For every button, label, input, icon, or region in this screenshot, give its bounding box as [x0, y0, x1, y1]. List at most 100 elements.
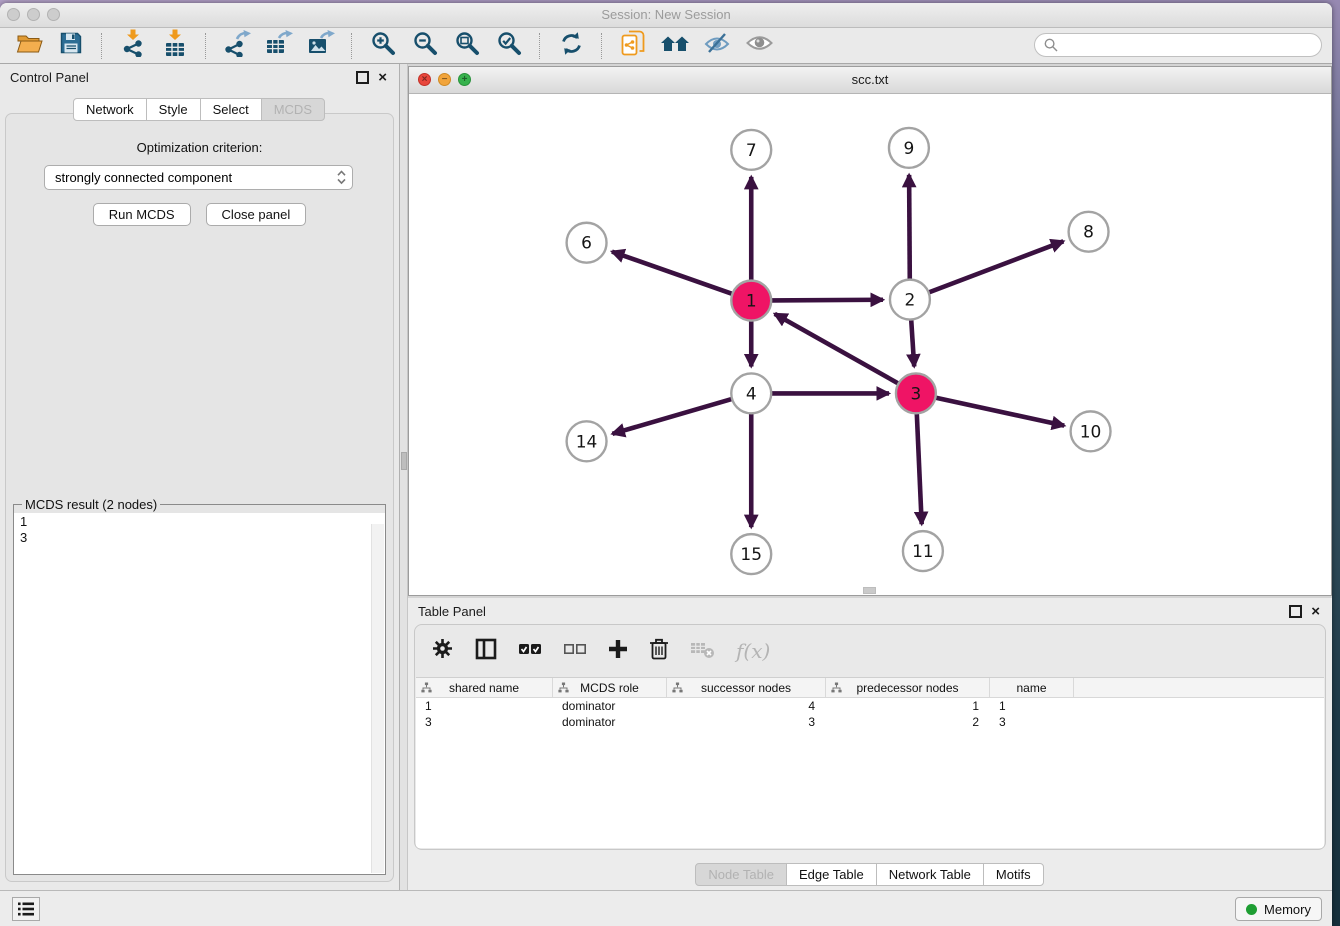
cell-MCDS-role[interactable]: dominator: [553, 699, 667, 713]
graph-edge-3-10[interactable]: [935, 398, 1064, 426]
view-resize-handle[interactable]: [863, 587, 876, 594]
show-all-button[interactable]: [738, 31, 780, 61]
column-header-name[interactable]: name: [990, 678, 1074, 697]
graph-edge-3-1[interactable]: [775, 314, 899, 384]
zoom-out-icon: [413, 31, 438, 61]
close-view-icon[interactable]: ×: [418, 73, 431, 86]
network-view-titlebar[interactable]: × − + scc.txt: [409, 67, 1331, 94]
select-all-button[interactable]: [518, 642, 542, 661]
task-history-button[interactable]: [12, 897, 40, 921]
column-header-successor-nodes[interactable]: successor nodes: [667, 678, 826, 697]
cell-shared-name[interactable]: 3: [416, 715, 553, 729]
zoom-in-button[interactable]: [362, 31, 404, 61]
zoom-out-button[interactable]: [404, 31, 446, 61]
deselect-all-button[interactable]: [563, 642, 587, 661]
graph-edge-2-8[interactable]: [929, 241, 1064, 292]
close-panel-button[interactable]: Close panel: [206, 203, 307, 226]
toggle-panels-button[interactable]: [475, 638, 497, 665]
minimize-view-icon[interactable]: −: [438, 73, 451, 86]
graph-node-4[interactable]: 4: [731, 373, 771, 413]
close-icon[interactable]: ×: [1311, 605, 1320, 618]
column-header-shared-name[interactable]: shared name: [416, 678, 553, 697]
graph-node-9[interactable]: 9: [889, 128, 929, 168]
graph-node-3[interactable]: 3: [896, 373, 936, 413]
refresh-button[interactable]: [550, 31, 592, 61]
control-panel-window-buttons: ×: [356, 71, 387, 84]
export-image-button[interactable]: [300, 31, 342, 61]
first-neighbors-button[interactable]: [654, 31, 696, 61]
cell-shared-name[interactable]: 1: [416, 699, 553, 713]
tab-mcds[interactable]: MCDS: [261, 98, 325, 121]
tab-node-table[interactable]: Node Table: [695, 863, 787, 886]
graph-node-15[interactable]: 15: [731, 534, 771, 574]
tab-network[interactable]: Network: [73, 98, 147, 121]
graph-edge-2-3[interactable]: [911, 320, 914, 367]
export-table-button[interactable]: [258, 31, 300, 61]
tab-select[interactable]: Select: [200, 98, 262, 121]
graph-node-1[interactable]: 1: [731, 281, 771, 321]
cell-name[interactable]: 1: [990, 699, 1074, 713]
graph-edge-2-9[interactable]: [909, 175, 910, 280]
table-tabs: Node TableEdge TableNetwork TableMotifs: [408, 863, 1332, 886]
optimization-criterion-select[interactable]: strongly connected component: [44, 165, 353, 190]
float-icon[interactable]: [356, 71, 369, 84]
zoom-fit-button[interactable]: [446, 31, 488, 61]
search-input[interactable]: [1063, 37, 1321, 54]
copy-network-button[interactable]: [612, 31, 654, 61]
close-window-icon[interactable]: [7, 8, 20, 21]
export-network-button[interactable]: [216, 31, 258, 61]
float-icon[interactable]: [1289, 605, 1302, 618]
import-table-button[interactable]: [154, 31, 196, 61]
zoom-selected-button[interactable]: [488, 31, 530, 61]
cell-successor-nodes[interactable]: 3: [667, 715, 826, 729]
cell-successor-nodes[interactable]: 4: [667, 699, 826, 713]
import-network-button[interactable]: [112, 31, 154, 61]
cell-predecessor-nodes[interactable]: 1: [826, 699, 990, 713]
panel-splitter[interactable]: [400, 64, 408, 890]
column-header-predecessor-nodes[interactable]: predecessor nodes: [826, 678, 990, 697]
tab-style[interactable]: Style: [146, 98, 201, 121]
table-row[interactable]: 3dominator323: [416, 714, 1324, 730]
close-icon[interactable]: ×: [378, 71, 387, 84]
splitter-grip-icon[interactable]: [401, 452, 407, 470]
cell-predecessor-nodes[interactable]: 2: [826, 715, 990, 729]
table-body: 1dominator4113dominator323: [416, 698, 1324, 730]
open-session-button[interactable]: [8, 31, 50, 61]
cell-MCDS-role[interactable]: dominator: [553, 715, 667, 729]
graph-node-6[interactable]: 6: [567, 223, 607, 263]
graph-node-11[interactable]: 11: [903, 531, 943, 571]
table-row[interactable]: 1dominator411: [416, 698, 1324, 714]
cell-name[interactable]: 3: [990, 715, 1074, 729]
graph-node-10[interactable]: 10: [1071, 411, 1111, 451]
delete-columns-button[interactable]: [649, 637, 669, 665]
run-mcds-button[interactable]: Run MCDS: [93, 203, 191, 226]
attribute-tree-icon: [831, 682, 842, 696]
network-canvas[interactable]: 7 9 6 8 1 2 4 3 14 10 15 11: [409, 94, 1331, 595]
graph-node-8[interactable]: 8: [1069, 212, 1109, 252]
hide-selected-button[interactable]: [696, 31, 738, 61]
tab-motifs[interactable]: Motifs: [983, 863, 1044, 886]
graph-node-7[interactable]: 7: [731, 130, 771, 170]
attribute-tree-icon: [558, 682, 569, 696]
zoom-view-icon[interactable]: +: [458, 73, 471, 86]
save-session-button[interactable]: [50, 31, 92, 61]
graph-edge-3-11[interactable]: [917, 413, 922, 524]
node-label: 2: [905, 290, 916, 310]
add-column-button[interactable]: [608, 639, 628, 664]
graph-node-2[interactable]: 2: [890, 280, 930, 320]
result-scrollbar[interactable]: [371, 524, 384, 873]
column-header-MCDS-role[interactable]: MCDS role: [553, 678, 667, 697]
minimize-window-icon[interactable]: [27, 8, 40, 21]
app-titlebar[interactable]: Session: New Session: [0, 3, 1332, 28]
graph-edge-1-6[interactable]: [612, 252, 732, 294]
tab-network-table[interactable]: Network Table: [876, 863, 984, 886]
import-network-icon: [121, 29, 145, 62]
tab-edge-table[interactable]: Edge Table: [786, 863, 877, 886]
memory-button[interactable]: Memory: [1235, 897, 1322, 921]
zoom-window-icon[interactable]: [47, 8, 60, 21]
graph-node-14[interactable]: 14: [567, 421, 607, 461]
search-box[interactable]: [1034, 33, 1322, 57]
table-settings-button[interactable]: [431, 637, 454, 665]
graph-edge-4-14[interactable]: [612, 399, 732, 434]
graph-edge-1-2[interactable]: [771, 300, 883, 301]
